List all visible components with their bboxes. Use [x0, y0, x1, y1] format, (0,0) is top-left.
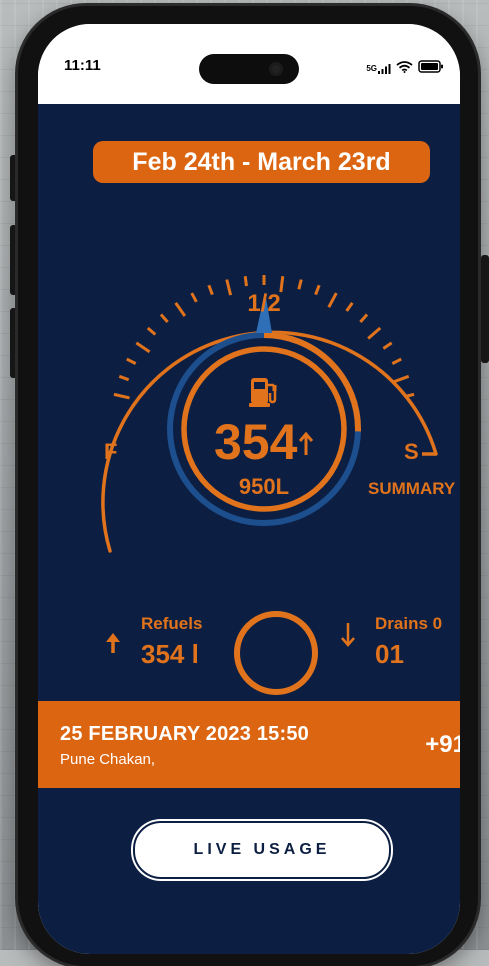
gauge-tick — [190, 292, 198, 303]
phone-screen: 11:11 5G Feb 24th - March 23rd 1/2 F S S… — [38, 24, 460, 954]
summary-link[interactable]: SUMMARY — [368, 479, 455, 499]
gauge-tick — [135, 341, 151, 354]
event-datetime: 25 FEBRUARY 2023 15:50 — [60, 723, 309, 745]
gauge-tick — [174, 301, 187, 317]
gauge-tick — [159, 313, 169, 323]
camera-icon — [269, 62, 283, 76]
gauge-tick — [118, 374, 130, 382]
live-usage-button[interactable]: LIVE USAGE — [133, 821, 391, 879]
status-icons: 5G — [366, 60, 444, 78]
wifi-icon — [396, 60, 413, 78]
refuels-up-arrow-icon — [104, 632, 122, 659]
gauge-tick — [207, 284, 214, 296]
gauge-tick — [393, 374, 410, 384]
battery-icon — [418, 60, 444, 78]
gauge-tick — [345, 301, 354, 312]
phone-power-button — [481, 255, 489, 363]
gauge-tick — [243, 275, 248, 287]
gauge-tick — [225, 279, 233, 296]
app-content: Feb 24th - March 23rd 1/2 F S SUMMARY 35… — [38, 104, 460, 954]
event-banner[interactable]: 25 FEBRUARY 2023 15:50 Pune Chakan, +91 — [38, 701, 460, 788]
gauge-s-label: S — [404, 439, 419, 464]
phone-action-button — [10, 155, 18, 201]
drains-down-arrow-icon — [340, 621, 356, 652]
event-phone[interactable]: +91 — [425, 731, 460, 759]
gauge-half-label: 1/2 — [247, 290, 281, 317]
gauge-full-label: F — [104, 439, 118, 464]
gauge-sub-value: 950L — [238, 474, 290, 499]
gauge-main-value: 354 — [214, 414, 314, 470]
event-location: Pune Chakan, — [60, 751, 156, 768]
drains-label: Drains 0 — [375, 614, 443, 633]
status-bar: 11:11 5G — [38, 24, 460, 104]
center-ring-icon — [234, 611, 318, 695]
cellular-signal-icon: 5G — [366, 64, 391, 74]
gauge-tick — [382, 341, 393, 350]
dynamic-island — [199, 54, 299, 84]
gauge-tick — [327, 292, 338, 308]
gauge-tick — [367, 326, 382, 340]
gauge-tick — [126, 357, 137, 365]
phone-volume-down-button — [10, 308, 18, 378]
gauge-tick — [113, 392, 130, 400]
gauge-tick — [146, 326, 157, 336]
phone-frame: 11:11 5G Feb 24th - March 23rd 1/2 F S S… — [18, 6, 478, 966]
status-time: 11:11 — [64, 57, 101, 74]
phone-volume-up-button — [10, 225, 18, 295]
drains-value: 01 — [375, 639, 404, 669]
main-value-number: 354 — [214, 414, 298, 470]
gauge-tick — [297, 279, 303, 290]
gauge-tick — [391, 357, 402, 365]
network-label: 5G — [366, 64, 377, 73]
refuels-label: Refuels — [141, 614, 203, 633]
up-arrow-icon — [299, 431, 314, 461]
fuel-pump-icon — [249, 376, 279, 413]
gauge-tick — [359, 313, 369, 323]
gauge-tick — [314, 284, 321, 296]
refuels-value: 354 l — [141, 639, 199, 669]
